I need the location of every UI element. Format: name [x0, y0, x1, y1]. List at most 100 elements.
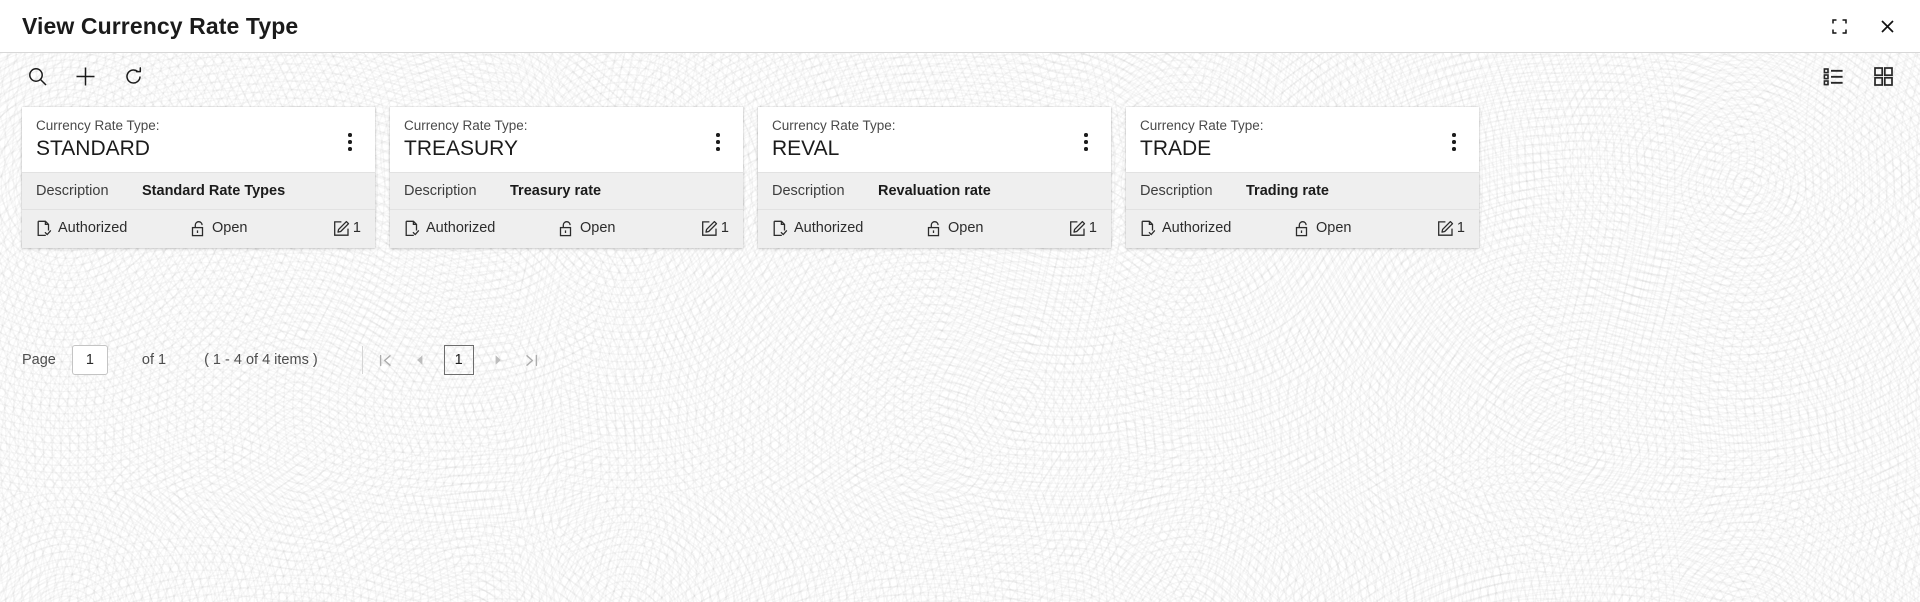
description-value: Standard Rate Types: [142, 183, 286, 200]
description-value: Revaluation rate: [878, 183, 991, 200]
modification-count-value: 1: [1088, 220, 1097, 237]
card-footer: Authorized Open 1: [1126, 210, 1479, 249]
record-card[interactable]: Currency Rate Type: REVAL Description Re…: [758, 107, 1111, 249]
card-menu-icon[interactable]: [1075, 127, 1097, 157]
card-grid: Currency Rate Type: STANDARD Description…: [0, 99, 1920, 249]
description-label: Description: [1140, 183, 1213, 200]
authorization-status: Authorized: [404, 220, 559, 237]
page-number-input[interactable]: [71, 345, 108, 376]
refresh-icon[interactable]: [118, 61, 148, 91]
record-card[interactable]: Currency Rate Type: TRADE Description Tr…: [1126, 107, 1479, 249]
pagination-bar: Page of 1 ( 1 - 4 of 4 items ) 1: [0, 340, 1920, 380]
page-label: Page: [22, 352, 56, 369]
document-check-icon: [1141, 220, 1156, 236]
card-header-text: Currency Rate Type: STANDARD: [36, 118, 339, 162]
description-label: Description: [36, 183, 109, 200]
card-header: Currency Rate Type: TRADE: [1126, 107, 1479, 173]
edit-square-icon: [701, 220, 718, 236]
page-title: View Currency Rate Type: [22, 12, 299, 39]
last-page-icon[interactable]: [515, 344, 549, 376]
document-check-icon: [37, 220, 52, 236]
card-field-label: Currency Rate Type:: [772, 118, 896, 133]
modification-count: 1: [333, 220, 361, 237]
first-page-icon[interactable]: [369, 344, 403, 376]
card-footer: Authorized Open 1: [390, 210, 743, 249]
edit-square-icon: [333, 220, 350, 236]
toolbar-left-group: [22, 61, 148, 91]
description-value: Trading rate: [1246, 183, 1329, 200]
pagination-controls: 1: [369, 344, 549, 376]
card-footer: Authorized Open 1: [758, 210, 1111, 249]
card-menu-icon[interactable]: [339, 127, 361, 157]
card-header-text: Currency Rate Type: TRADE: [1140, 118, 1443, 162]
card-menu-icon[interactable]: [1443, 127, 1465, 157]
authorization-status-label: Authorized: [426, 220, 496, 237]
action-toolbar: [0, 53, 1920, 99]
card-field-value: TRADE: [1140, 136, 1212, 160]
description-label: Description: [772, 183, 845, 200]
card-field-label: Currency Rate Type:: [1140, 118, 1264, 133]
modification-count: 1: [1437, 220, 1465, 237]
record-card[interactable]: Currency Rate Type: STANDARD Description…: [22, 107, 375, 249]
unlock-icon: [191, 220, 204, 236]
pagination-divider: [361, 346, 363, 375]
record-status-label: Open: [212, 220, 248, 237]
edit-square-icon: [1437, 220, 1454, 236]
total-pages-label: of 1: [141, 352, 167, 369]
card-header: Currency Rate Type: REVAL: [758, 107, 1111, 173]
grid-view-icon[interactable]: [1868, 61, 1898, 91]
authorization-status: Authorized: [772, 220, 927, 237]
card-description-row: Description Treasury rate: [390, 172, 743, 211]
card-field-value: STANDARD: [36, 136, 150, 160]
card-footer: Authorized Open 1: [22, 210, 375, 249]
card-field-label: Currency Rate Type:: [36, 118, 160, 133]
card-description-row: Description Revaluation rate: [758, 172, 1111, 211]
record-status: Open: [559, 220, 679, 237]
close-icon[interactable]: [1876, 15, 1898, 37]
window-title-bar: View Currency Rate Type: [0, 0, 1920, 53]
card-header: Currency Rate Type: STANDARD: [22, 107, 375, 173]
previous-page-icon[interactable]: [403, 344, 437, 376]
document-check-icon: [405, 220, 420, 236]
modification-count-value: 1: [1456, 220, 1465, 237]
add-icon[interactable]: [70, 61, 100, 91]
unlock-icon: [559, 220, 572, 236]
description-value: Treasury rate: [510, 183, 602, 200]
modification-count-value: 1: [720, 220, 729, 237]
card-field-value: REVAL: [772, 136, 840, 160]
record-status: Open: [191, 220, 311, 237]
item-range-label: ( 1 - 4 of 4 items ): [204, 352, 318, 369]
list-view-icon[interactable]: [1818, 61, 1848, 91]
restore-down-icon[interactable]: [1828, 15, 1850, 37]
authorization-status: Authorized: [36, 220, 191, 237]
description-label: Description: [404, 183, 477, 200]
card-header-text: Currency Rate Type: REVAL: [772, 118, 1075, 162]
record-status-label: Open: [580, 220, 616, 237]
card-field-value: TREASURY: [404, 136, 518, 160]
edit-square-icon: [1069, 220, 1086, 236]
card-field-label: Currency Rate Type:: [404, 118, 528, 133]
card-description-row: Description Standard Rate Types: [22, 172, 375, 211]
record-status-label: Open: [948, 220, 984, 237]
card-header-text: Currency Rate Type: TREASURY: [404, 118, 707, 162]
unlock-icon: [1295, 220, 1308, 236]
record-status-label: Open: [1316, 220, 1352, 237]
record-card[interactable]: Currency Rate Type: TREASURY Description…: [390, 107, 743, 249]
authorization-status-label: Authorized: [794, 220, 864, 237]
toolbar-right-group: [1818, 61, 1898, 91]
authorization-status: Authorized: [1140, 220, 1295, 237]
next-page-icon[interactable]: [481, 344, 515, 376]
modification-count: 1: [1069, 220, 1097, 237]
record-status: Open: [1295, 220, 1415, 237]
card-header: Currency Rate Type: TREASURY: [390, 107, 743, 173]
card-menu-icon[interactable]: [707, 127, 729, 157]
modification-count-value: 1: [352, 220, 361, 237]
window-controls: [1828, 15, 1898, 37]
authorization-status-label: Authorized: [1162, 220, 1232, 237]
current-page-button[interactable]: 1: [443, 345, 474, 376]
unlock-icon: [927, 220, 940, 236]
modification-count: 1: [701, 220, 729, 237]
document-check-icon: [773, 220, 788, 236]
search-icon[interactable]: [22, 61, 52, 91]
card-description-row: Description Trading rate: [1126, 172, 1479, 211]
